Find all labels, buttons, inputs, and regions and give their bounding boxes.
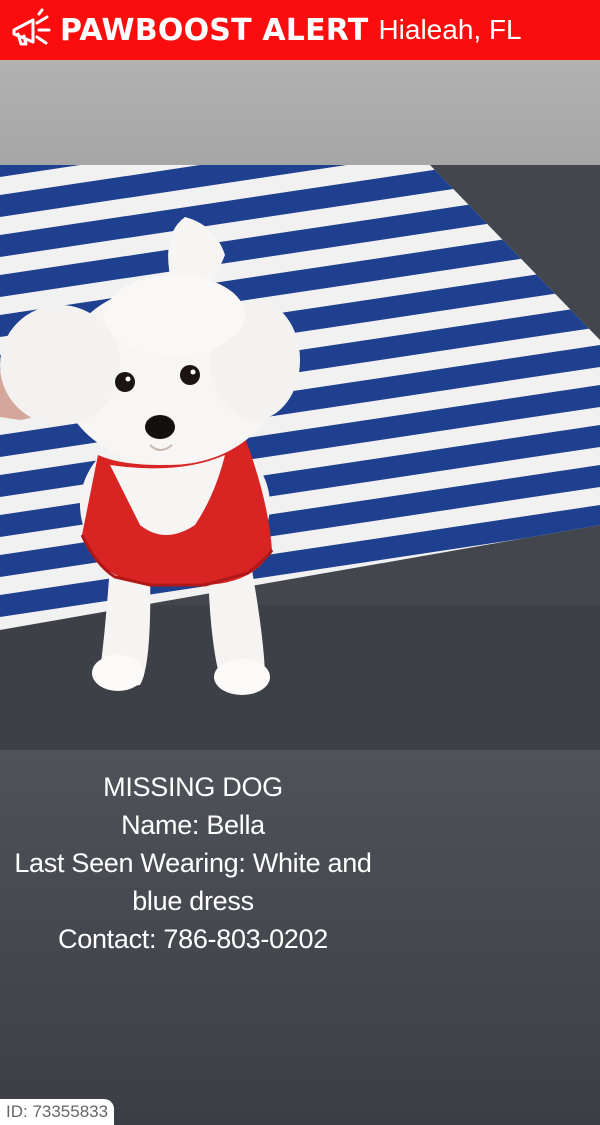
- last-seen-wearing-cont: blue dress: [132, 886, 254, 916]
- pet-photo: [0, 165, 600, 750]
- alert-id-badge: ID: 73355833: [0, 1099, 114, 1125]
- alert-page: PAWBOOST ALERT Hialeah, FL MISSING DOG N…: [0, 0, 600, 1125]
- brand-title: PAWBOOST ALERT: [60, 12, 369, 48]
- alert-details: MISSING DOG Name: Bella Last Seen Wearin…: [0, 768, 386, 958]
- photo-top-band: [0, 60, 600, 165]
- status-label: MISSING DOG: [103, 772, 283, 802]
- contact-phone: Contact: 786-803-0202: [58, 924, 328, 954]
- pet-name: Name: Bella: [121, 810, 265, 840]
- location-label: Hialeah, FL: [378, 14, 522, 45]
- alert-header: PAWBOOST ALERT Hialeah, FL: [0, 0, 600, 60]
- last-seen-wearing: Last Seen Wearing: White and: [14, 848, 372, 878]
- megaphone-icon: [8, 7, 54, 53]
